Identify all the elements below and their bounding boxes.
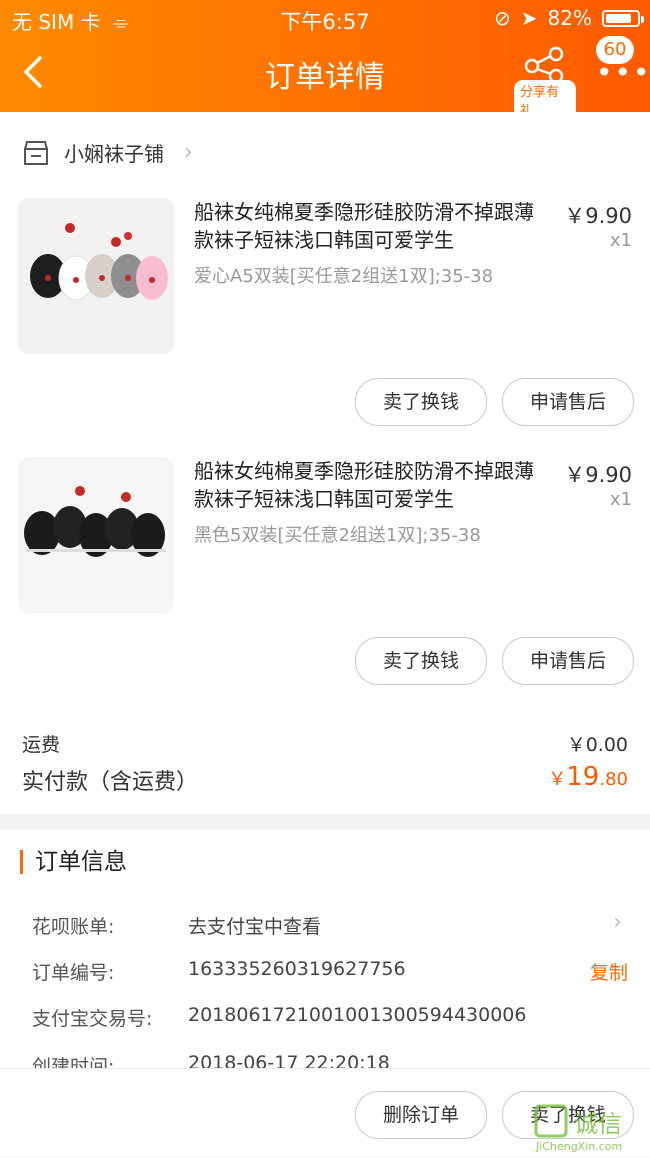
order-info-section: 订单信息 花呗账单: 去支付宝中查看 › 订单编号: 1633352603196… xyxy=(0,830,650,1078)
product-thumbnail[interactable] xyxy=(18,198,174,354)
location-icon: ➤ xyxy=(520,6,538,30)
paid-label: 实付款（含运费） xyxy=(22,770,199,795)
status-right: ⊘ ➤ 82% xyxy=(494,6,644,30)
product-thumbnail[interactable] xyxy=(18,457,174,613)
order-number-value: 163335260319627756 xyxy=(188,958,406,980)
delete-order-button[interactable]: 删除订单 xyxy=(355,1091,487,1139)
watermark-url: JiChengXin.com xyxy=(535,1140,622,1153)
product-price: ￥9.90 xyxy=(564,204,632,228)
product-image-black-socks xyxy=(18,457,174,613)
chevron-right-icon[interactable]: › xyxy=(613,910,622,935)
paid-decimal: .80 xyxy=(599,769,628,790)
watermark-logo: 诚信 JiChengXin.com xyxy=(534,1102,646,1154)
status-bar: 无 SIM 卡 ⌯ 下午6:57 ⊘ ➤ 82% xyxy=(0,0,650,36)
share-icon xyxy=(524,46,564,84)
shop-name: 小娴袜子铺 xyxy=(64,142,164,166)
copy-button[interactable]: 复制 xyxy=(590,958,628,985)
alipay-trade-label: 支付宝交易号: xyxy=(32,1008,153,1030)
order-card: 小娴袜子铺 › 船袜女纯棉夏季隐形硅胶防滑不掉跟薄款袜子短袜浅口韩国可爱学生 爱… xyxy=(0,112,650,814)
after-sale-button[interactable]: 申请售后 xyxy=(502,378,634,426)
product-qty: x1 xyxy=(609,489,632,510)
product-image-pink-socks xyxy=(18,198,174,354)
after-sale-button[interactable]: 申请售后 xyxy=(502,637,634,685)
alipay-trade-value: 2018061721001001300594430006 xyxy=(188,1004,527,1026)
paid-integer: 19 xyxy=(566,762,600,792)
battery-percent: 82% xyxy=(547,6,592,30)
orientation-lock-icon: ⊘ xyxy=(494,6,511,30)
product-qty: x1 xyxy=(609,230,632,251)
paid-currency: ￥ xyxy=(548,769,567,790)
header: 无 SIM 卡 ⌯ 下午6:57 ⊘ ➤ 82% 订单详情 分享有礼 60 ••… xyxy=(0,0,650,120)
more-dots-icon[interactable]: ••• xyxy=(596,59,650,87)
product-spec: 黑色5双装[买任意2组送1双];35-38 xyxy=(194,525,481,546)
watermark-text: 诚信 xyxy=(574,1110,622,1138)
shipping-value: ￥0.00 xyxy=(566,734,628,756)
huabei-label: 花呗账单: xyxy=(32,916,115,938)
battery-icon xyxy=(602,9,644,27)
shipping-label: 运费 xyxy=(22,734,61,756)
share-button[interactable]: 分享有礼 xyxy=(512,44,576,120)
battery-fill xyxy=(606,13,631,23)
product-spec: 爱心A5双装[买任意2组送1双];35-38 xyxy=(194,266,494,287)
sell-button[interactable]: 卖了换钱 xyxy=(355,637,487,685)
product-price: ￥9.90 xyxy=(564,463,632,487)
order-info-heading: 订单信息 xyxy=(20,850,127,874)
shop-row[interactable]: 小娴袜子铺 › xyxy=(22,138,193,167)
chevron-right-icon: › xyxy=(184,140,193,165)
product-title[interactable]: 船袜女纯棉夏季隐形硅胶防滑不掉跟薄款袜子短袜浅口韩国可爱学生 xyxy=(194,457,544,513)
paid-amount: ￥19.80 xyxy=(548,762,628,792)
huabei-value[interactable]: 去支付宝中查看 xyxy=(188,912,321,939)
store-icon xyxy=(24,140,48,165)
order-number-label: 订单编号: xyxy=(32,962,115,984)
sell-button[interactable]: 卖了换钱 xyxy=(355,378,487,426)
product-title[interactable]: 船袜女纯棉夏季隐形硅胶防滑不掉跟薄款袜子短袜浅口韩国可爱学生 xyxy=(194,198,544,254)
